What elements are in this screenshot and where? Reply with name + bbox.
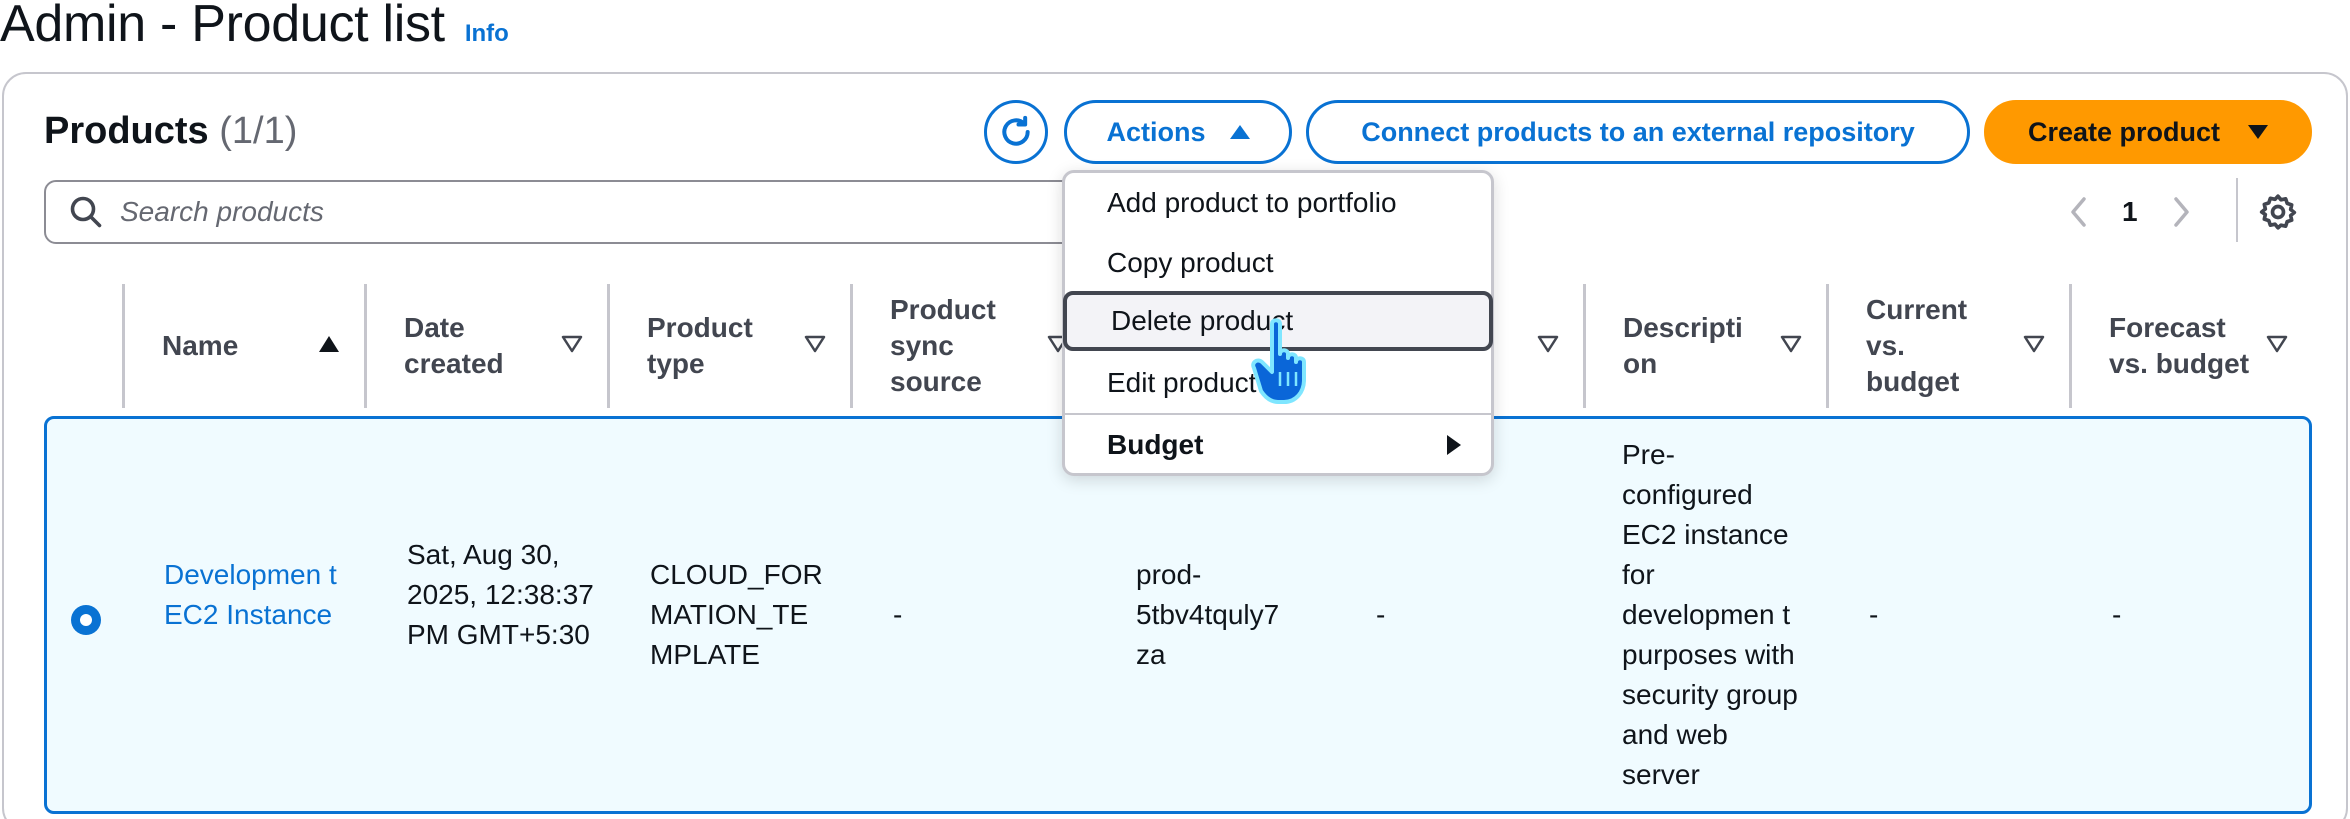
menu-group-budget[interactable]: Budget: [1065, 415, 1491, 475]
product-id-cell: prod- 5tbv4tquly7 za: [1136, 559, 1280, 670]
panel-title: Products (1/1): [44, 110, 297, 153]
panel-title-text: Products: [44, 110, 209, 152]
pager-divider: [2236, 178, 2238, 242]
create-product-button[interactable]: Create product: [1984, 100, 2312, 164]
hand-cursor-icon: [1251, 318, 1306, 404]
budget-label: Budget: [1107, 429, 1204, 460]
menu-item-copy-product[interactable]: Copy product: [1065, 233, 1491, 293]
sort-icon[interactable]: [1537, 334, 1559, 354]
column-label: Product sync source: [890, 294, 996, 397]
search-icon: [70, 196, 102, 228]
current-vs-budget-cell: -: [1869, 599, 1879, 630]
column-label: Name: [162, 330, 239, 361]
column-header-product-type[interactable]: Product type: [607, 280, 850, 412]
refresh-icon: [1002, 115, 1030, 146]
sort-icon[interactable]: [2266, 334, 2288, 354]
search-input[interactable]: [120, 196, 1020, 228]
column-header-forecast-vs-budget[interactable]: Forecast vs. budget: [2069, 280, 2312, 412]
column-header-name[interactable]: Name: [122, 280, 364, 412]
product-name-link[interactable]: Developmen t EC2 Instance: [164, 555, 344, 635]
column-header-current-vs-budget[interactable]: Current vs. budget: [1826, 280, 2069, 412]
current-page[interactable]: 1: [2122, 196, 2138, 228]
connect-repository-button[interactable]: Connect products to an external reposito…: [1306, 100, 1970, 164]
column-header-sync-source[interactable]: Product sync source: [850, 280, 1093, 412]
page-title: Admin - Product list: [0, 0, 445, 53]
description-cell: Pre- configured EC2 instance for develop…: [1622, 439, 1798, 790]
column-label: Descripti on: [1623, 312, 1743, 379]
page-header: Admin - Product list Info: [0, 0, 509, 54]
panel-count: (1/1): [219, 110, 298, 152]
submenu-arrow-icon: [1447, 435, 1461, 455]
sort-ascending-icon[interactable]: [318, 334, 340, 354]
refresh-button[interactable]: [984, 100, 1048, 164]
extra-cell: -: [1376, 599, 1386, 630]
column-header-description[interactable]: Descripti on: [1583, 280, 1826, 412]
prev-page-icon[interactable]: [2064, 192, 2094, 232]
column-label: Product type: [647, 312, 753, 379]
column-label: Current vs. budget: [1866, 294, 1968, 397]
next-page-icon[interactable]: [2166, 192, 2196, 232]
date-created-cell: Sat, Aug 30, 2025, 12:38:37 PM GMT+5:30: [407, 539, 594, 650]
sort-icon[interactable]: [2023, 334, 2045, 354]
menu-item-add-to-portfolio[interactable]: Add product to portfolio: [1065, 173, 1491, 233]
create-label: Create product: [2027, 116, 2221, 147]
pagination: 1: [2064, 180, 2196, 244]
sort-icon[interactable]: [561, 334, 583, 354]
column-header-select: [44, 280, 122, 412]
info-link[interactable]: Info: [465, 20, 509, 48]
forecast-vs-budget-cell: -: [2112, 599, 2122, 630]
column-header-date-created[interactable]: Date created: [364, 280, 607, 412]
actions-button[interactable]: Actions: [1064, 100, 1292, 164]
row-radio-button[interactable]: [71, 605, 101, 635]
column-label: Date created: [404, 312, 504, 379]
search-box: [44, 180, 1084, 244]
actions-label: Actions: [1106, 116, 1206, 147]
sync-source-cell: -: [893, 599, 903, 630]
sort-icon[interactable]: [804, 334, 826, 354]
product-type-cell: CLOUD_FOR MATION_TE MPLATE: [650, 559, 823, 670]
connect-label: Connect products to an external reposito…: [1361, 116, 1915, 147]
sort-icon[interactable]: [1780, 334, 1802, 354]
gear-icon[interactable]: [2258, 192, 2298, 232]
column-label: Forecast vs. budget: [2109, 312, 2250, 379]
caret-down-icon: [2248, 125, 2269, 139]
caret-up-icon: [1229, 125, 1250, 139]
